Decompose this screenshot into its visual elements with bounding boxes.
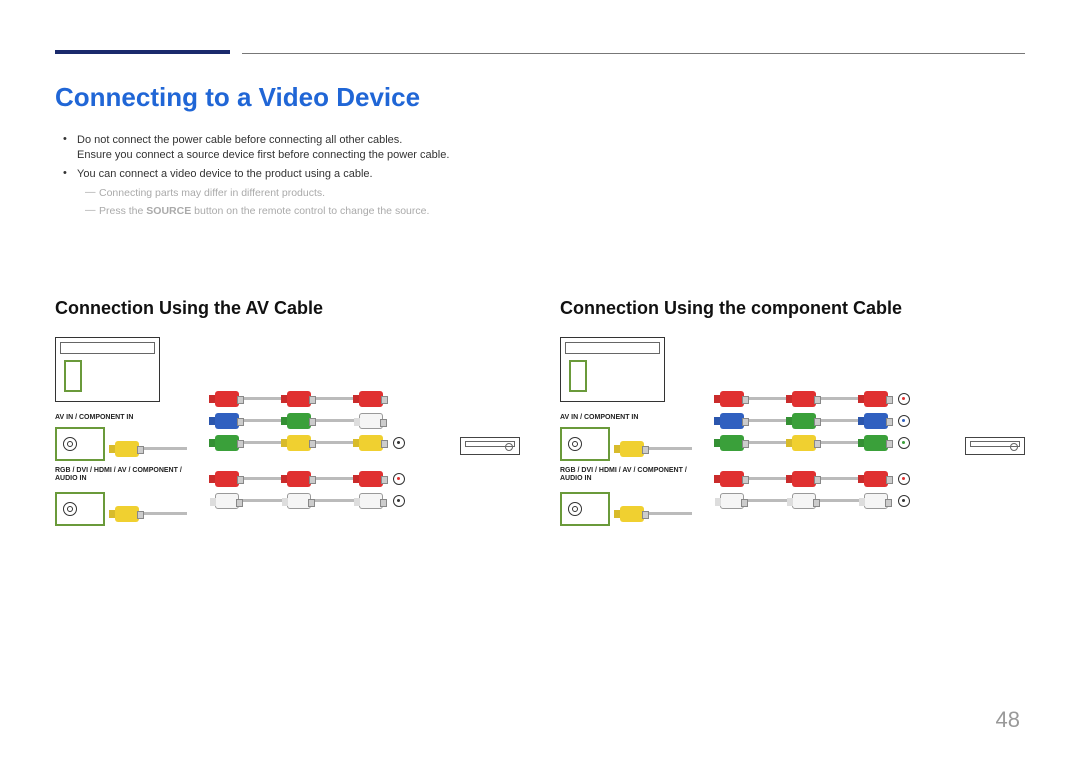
cable-row — [720, 431, 910, 455]
port-label-audio-in: RGB / DVI / HDMI / AV / COMPONENT / AUDI… — [560, 467, 710, 484]
av-diagram: AV IN / COMPONENT IN RGB / DVI / HDMI / … — [55, 337, 520, 537]
socket-icon — [393, 495, 405, 507]
port-label-av-in: AV IN / COMPONENT IN — [55, 414, 133, 422]
sub-notes: ― Connecting parts may differ in differe… — [85, 186, 1025, 218]
plug-red-icon — [720, 471, 744, 487]
cable-row — [720, 409, 910, 433]
note-text: Connecting parts may differ in different… — [99, 186, 325, 200]
plug-red-icon — [215, 391, 239, 407]
plug-red-icon — [215, 471, 239, 487]
dvd-player-icon — [460, 437, 520, 455]
bullet-text: You can connect a video device to the pr… — [77, 167, 373, 182]
jack-icon — [568, 502, 582, 516]
av-cable-section: Connection Using the AV Cable AV IN / CO… — [55, 298, 520, 537]
cable-row — [215, 467, 405, 491]
plug-white-icon — [359, 413, 383, 429]
page-title: Connecting to a Video Device — [55, 82, 1025, 113]
cable-row-yellow — [115, 502, 187, 526]
plug-white-icon — [720, 493, 744, 509]
cable-row — [720, 387, 910, 411]
plug-white-icon — [792, 493, 816, 509]
bullet-icon: • — [63, 167, 77, 182]
port-box-audio-in — [560, 492, 610, 526]
dash-icon: ― — [85, 186, 99, 200]
socket-red-icon — [898, 393, 910, 405]
bullet-icon: • — [63, 133, 77, 163]
component-cable-section: Connection Using the component Cable AV … — [560, 298, 1025, 537]
plug-red-icon — [359, 471, 383, 487]
cable-row — [215, 489, 405, 513]
cable-row-yellow — [115, 437, 187, 461]
plug-green-icon — [215, 435, 239, 451]
plug-red-icon — [864, 471, 888, 487]
cable-row — [215, 431, 405, 455]
socket-green-icon — [898, 437, 910, 449]
plug-green-icon — [287, 413, 311, 429]
plug-yellow-icon — [620, 506, 644, 522]
port-box-av-in — [55, 427, 105, 461]
plug-red-icon — [864, 391, 888, 407]
header-accent — [55, 50, 230, 54]
plug-red-icon — [287, 391, 311, 407]
plug-blue-icon — [215, 413, 239, 429]
socket-icon — [898, 495, 910, 507]
plug-yellow-icon — [115, 441, 139, 457]
plug-white-icon — [864, 493, 888, 509]
dvd-player-icon — [965, 437, 1025, 455]
socket-red-icon — [393, 473, 405, 485]
cable-row-yellow — [620, 437, 692, 461]
plug-yellow-icon — [115, 506, 139, 522]
plug-red-icon — [720, 391, 744, 407]
jack-icon — [63, 437, 77, 451]
header-rule — [55, 50, 1025, 54]
jack-icon — [568, 437, 582, 451]
cable-row-yellow — [620, 502, 692, 526]
plug-white-icon — [359, 493, 383, 509]
socket-red-icon — [898, 473, 910, 485]
plug-blue-icon — [720, 413, 744, 429]
plug-yellow-icon — [792, 435, 816, 451]
plug-red-icon — [792, 391, 816, 407]
diagram-columns: Connection Using the AV Cable AV IN / CO… — [55, 298, 1025, 537]
dash-icon: ― — [85, 204, 99, 218]
cable-row — [215, 409, 385, 433]
plug-white-icon — [215, 493, 239, 509]
monitor-icon — [55, 337, 160, 402]
header-divider — [242, 53, 1025, 54]
plug-yellow-icon — [359, 435, 383, 451]
cable-row — [215, 387, 385, 411]
plug-green-icon — [720, 435, 744, 451]
port-box-av-in — [560, 427, 610, 461]
plug-red-icon — [359, 391, 383, 407]
port-label-av-in: AV IN / COMPONENT IN — [560, 414, 638, 422]
plug-red-icon — [792, 471, 816, 487]
socket-icon — [393, 437, 405, 449]
cable-row — [720, 489, 910, 513]
note-text: Press the SOURCE button on the remote co… — [99, 204, 429, 218]
intro-bullets: • Do not connect the power cable before … — [63, 133, 1025, 218]
plug-blue-icon — [864, 413, 888, 429]
cable-row — [720, 467, 910, 491]
jack-icon — [63, 502, 77, 516]
plug-green-icon — [864, 435, 888, 451]
port-box-audio-in — [55, 492, 105, 526]
page-number: 48 — [996, 707, 1020, 733]
plug-green-icon — [792, 413, 816, 429]
plug-white-icon — [287, 493, 311, 509]
bullet-text: Do not connect the power cable before co… — [77, 133, 449, 163]
component-diagram: AV IN / COMPONENT IN RGB / DVI / HDMI / … — [560, 337, 1025, 537]
section-heading: Connection Using the AV Cable — [55, 298, 520, 319]
monitor-icon — [560, 337, 665, 402]
plug-yellow-icon — [287, 435, 311, 451]
section-heading: Connection Using the component Cable — [560, 298, 1025, 319]
plug-yellow-icon — [620, 441, 644, 457]
port-label-audio-in: RGB / DVI / HDMI / AV / COMPONENT / AUDI… — [55, 467, 205, 484]
socket-blue-icon — [898, 415, 910, 427]
plug-red-icon — [287, 471, 311, 487]
